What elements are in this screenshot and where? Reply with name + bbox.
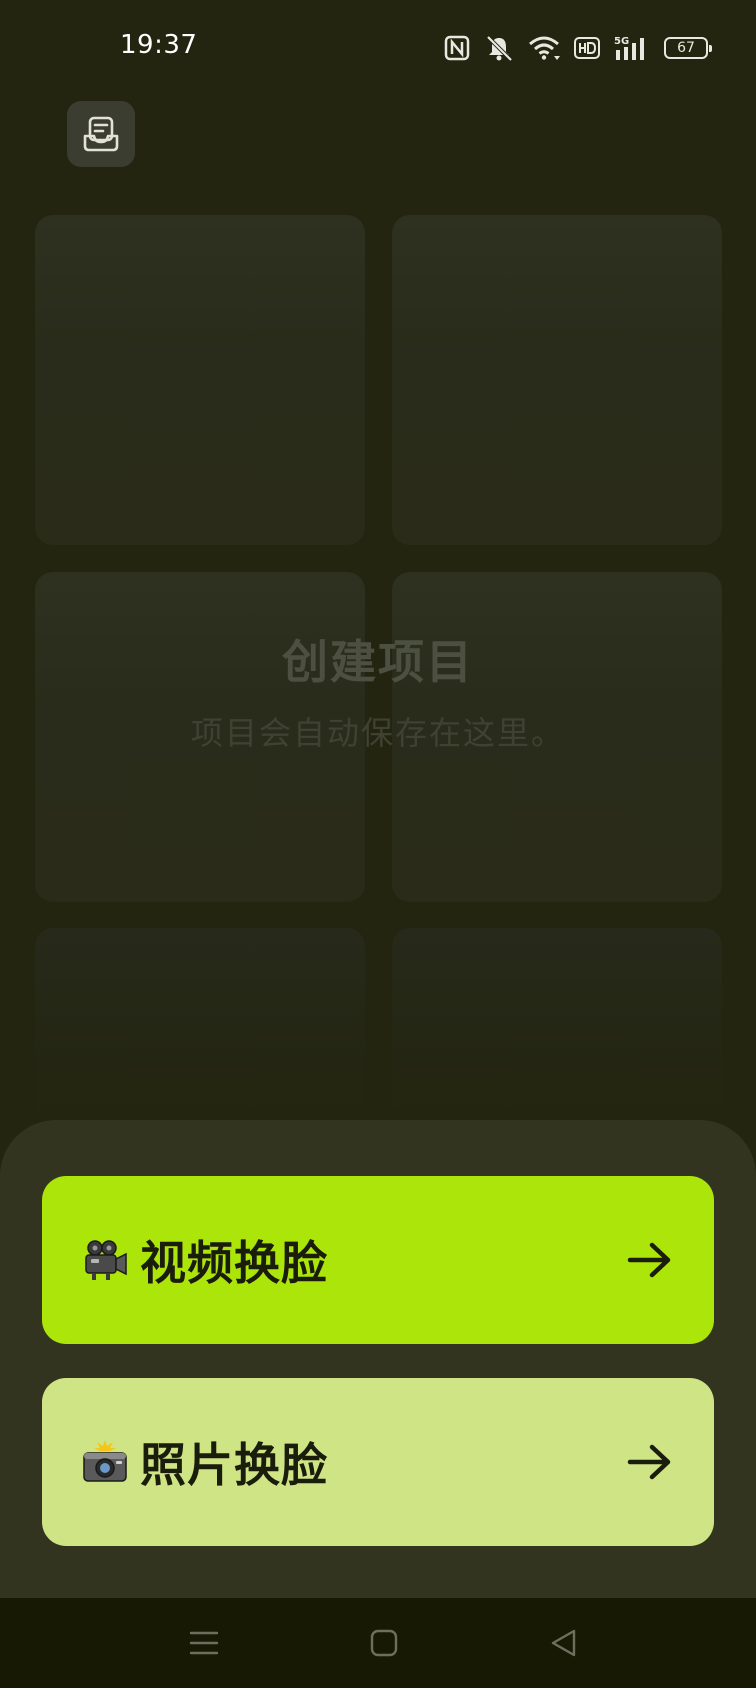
photo-face-swap-label: 照片换脸: [140, 1438, 328, 1492]
svg-text:5G: 5G: [614, 36, 629, 47]
video-face-swap-button[interactable]: 视频换脸: [42, 1176, 714, 1344]
photo-face-swap-button[interactable]: 照片换脸: [42, 1378, 714, 1546]
status-icons: 5G 67: [444, 32, 712, 64]
battery-level: 67: [677, 40, 695, 56]
back-icon: [551, 1629, 576, 1657]
arrow-right-icon: [627, 1242, 671, 1278]
menu-button[interactable]: [184, 1626, 224, 1660]
back-button[interactable]: [544, 1626, 584, 1660]
5g-signal-icon: 5G: [614, 34, 650, 62]
project-placeholder-tile: [392, 215, 722, 545]
status-bar: 19:37 5G 67: [0, 0, 756, 96]
camera-flash-icon: [82, 1439, 128, 1485]
project-placeholder-tile: [35, 215, 365, 545]
project-placeholder-tile: [35, 928, 365, 1128]
menu-icon: [189, 1631, 219, 1655]
inbox-button[interactable]: [67, 101, 135, 167]
empty-state-subtitle: 项目会自动保存在这里。: [190, 714, 565, 752]
home-icon: [370, 1629, 398, 1657]
video-face-swap-label: 视频换脸: [140, 1236, 328, 1290]
hd-icon: [574, 37, 600, 59]
battery-icon: 67: [664, 37, 712, 59]
empty-state-title: 创建项目: [282, 635, 474, 689]
screen: 19:37 5G 67 创建项目 项目会自动保存在这里。 视频换脸 照片换脸: [0, 0, 756, 1688]
status-time: 19:37: [120, 30, 198, 60]
navigation-bar: [0, 1598, 756, 1688]
action-sheet: 视频换脸 照片换脸: [0, 1120, 756, 1598]
nfc-icon: [444, 35, 470, 61]
home-button[interactable]: [364, 1626, 404, 1660]
empty-state: 创建项目 项目会自动保存在这里。: [0, 626, 756, 754]
arrow-right-icon: [627, 1444, 671, 1480]
movie-camera-icon: [82, 1237, 128, 1283]
mute-icon: [484, 34, 514, 62]
project-placeholder-tile: [392, 928, 722, 1128]
wifi-icon: [528, 35, 560, 61]
inbox-tray-icon: [83, 116, 119, 152]
